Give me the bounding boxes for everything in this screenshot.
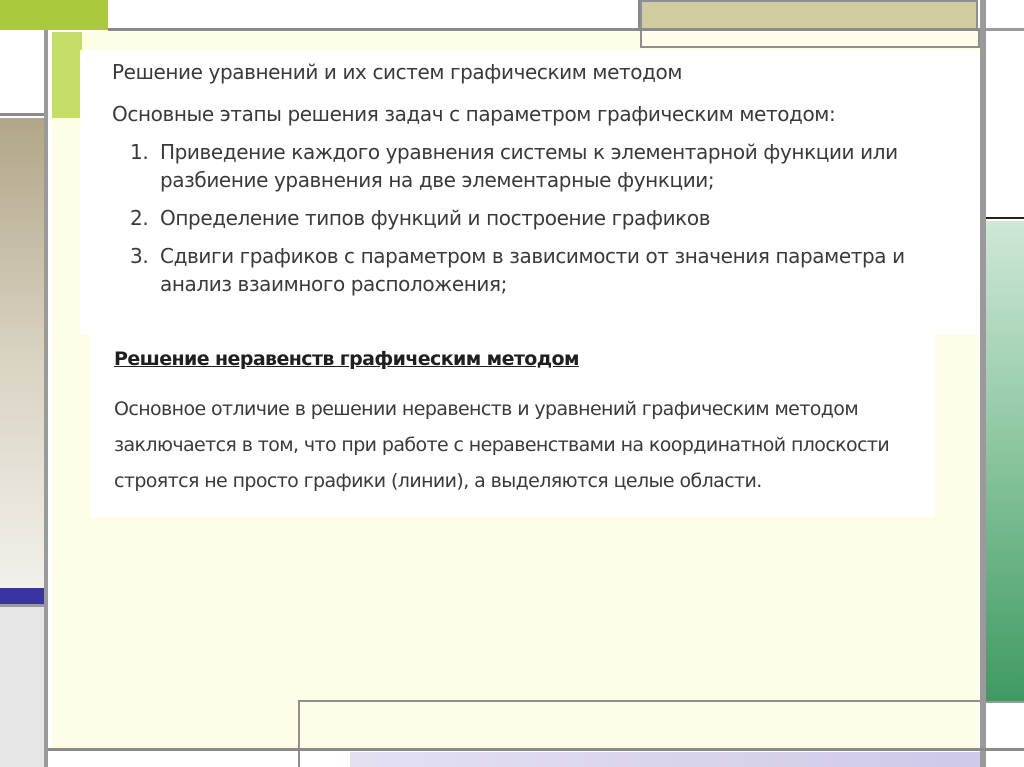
section-paragraph: Основное отличие в решении неравенств и … [114, 398, 890, 492]
top-divider-line [108, 28, 1024, 31]
list-item: 2. Определение типов функций и построени… [130, 204, 978, 232]
left-gradient-block [0, 118, 44, 588]
list-item-number: 1. [130, 140, 149, 164]
list-item-text: Сдвиги графиков с параметром в зависимос… [160, 244, 905, 296]
right-bottom-block [986, 701, 1024, 767]
lime-accent [52, 32, 82, 118]
inequalities-panel: Решение неравенств графическим методом О… [90, 335, 935, 517]
equations-panel: Решение уравнений и их систем графически… [80, 50, 978, 335]
right-green-gradient [986, 221, 1024, 701]
list-item: 1. Приведение каждого уравнения системы … [130, 138, 978, 194]
left-divider-line [44, 30, 48, 767]
top-green-bar [0, 0, 108, 30]
top-frame-box [108, 0, 640, 30]
intro-text: Основные этапы решения задач с параметро… [112, 102, 836, 126]
left-bottom-block [0, 604, 44, 767]
left-white-block [0, 30, 46, 116]
khaki-frame [640, 28, 980, 48]
left-blue-strip [0, 588, 44, 604]
bottom-divider-line [48, 748, 1024, 751]
slide: Решение уравнений и их систем графически… [0, 0, 1024, 767]
steps-list: 1. Приведение каждого уравнения системы … [130, 138, 978, 298]
list-item-text: Определение типов функций и построение г… [160, 206, 711, 230]
list-item-number: 2. [130, 206, 149, 230]
list-item: 3. Сдвиги графиков с параметром в зависи… [130, 242, 978, 298]
section-heading: Решение неравенств графическим методом [114, 348, 579, 370]
right-white-block [986, 31, 1024, 219]
slide-title: Решение уравнений и их систем графически… [112, 60, 683, 84]
bottom-lavender-strip [350, 752, 980, 767]
list-item-text: Приведение каждого уравнения системы к э… [160, 140, 898, 192]
top-khaki-block [640, 0, 978, 30]
list-item-number: 3. [130, 244, 149, 268]
